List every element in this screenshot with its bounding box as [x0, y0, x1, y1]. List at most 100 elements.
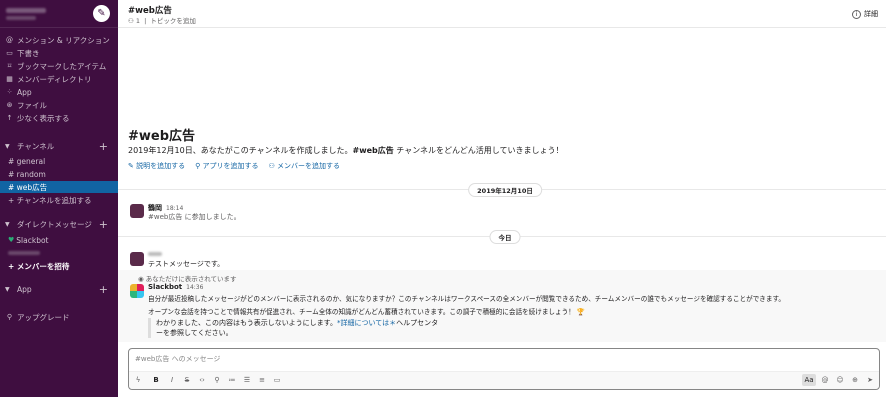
- nav-files[interactable]: ⊛ ファイル: [0, 99, 118, 111]
- emoji-icon[interactable]: ☺: [835, 376, 845, 384]
- blockquote-icon[interactable]: ≡: [257, 376, 267, 384]
- channel-label: # random: [8, 169, 46, 179]
- message-text: #web広告 に参加しました。: [148, 213, 241, 221]
- strikethrough-icon[interactable]: S: [182, 376, 192, 384]
- sidebar: ✎ @ メンション & リアクション ▭ 下書き ⌑ ブックマークしたアイテム …: [0, 0, 118, 397]
- nav-member-directory[interactable]: ▦ メンバーディレクトリ: [0, 73, 118, 85]
- add-app-icon[interactable]: +: [99, 283, 108, 296]
- nav-drafts[interactable]: ▭ 下書き: [0, 47, 118, 59]
- caret-down-icon: ▼: [5, 142, 10, 150]
- avatar[interactable]: [130, 252, 144, 266]
- dm-slackbot[interactable]: ♥ Slackbot: [0, 234, 118, 246]
- lightning-icon[interactable]: ϟ: [133, 376, 143, 384]
- arrow-up-icon: ↑: [6, 114, 13, 122]
- compose-icon[interactable]: ✎: [93, 5, 110, 22]
- channel-random[interactable]: # random: [0, 168, 118, 180]
- message-author[interactable]: [148, 250, 162, 258]
- person-plus-icon: ⚇: [268, 162, 275, 170]
- trophy-icon: 🏆: [576, 308, 586, 316]
- ephemeral-note: ◉ あなただけに表示されています: [138, 273, 237, 283]
- nav-label: 少なく表示する: [17, 113, 70, 123]
- intro-text: 2019年12月10日、あなたがこのチャンネルを作成しました。#web広告 チャ…: [128, 145, 564, 156]
- ordered-list-icon[interactable]: ≔: [227, 376, 237, 384]
- bot-message-line: オープンな会話を持つことで情報共有が促進され、チーム全体の知識がどんどん蓄積され…: [148, 306, 585, 316]
- channels-section-header[interactable]: ▼ チャンネル +: [0, 140, 118, 153]
- star-icon[interactable]: ☆: [165, 4, 172, 13]
- nav-label: 下書き: [17, 48, 40, 58]
- upgrade-link[interactable]: ⚲ アップグレード: [0, 311, 118, 323]
- date-divider-pill[interactable]: 2019年12月10日: [468, 183, 542, 197]
- add-topic-link[interactable]: トピックを追加: [150, 17, 196, 25]
- message-input[interactable]: #web広告 へのメッセージ: [135, 354, 220, 364]
- link-label: アプリを追加する: [202, 162, 259, 170]
- mention-icon[interactable]: @: [820, 376, 830, 384]
- nav-bookmarks[interactable]: ⌑ ブックマークしたアイテム: [0, 60, 118, 72]
- code-icon[interactable]: ‹›: [197, 376, 207, 384]
- details-button[interactable]: i 詳細: [852, 9, 878, 19]
- formatting-toggle[interactable]: Aa: [802, 374, 816, 386]
- composer-toolbar: ϟ B I S ‹› ⚲ ≔ ☰ ≡ ▭ Aa @ ☺ ⊕ ➤: [129, 371, 879, 389]
- attach-icon[interactable]: ⊕: [850, 376, 860, 384]
- avatar[interactable]: [130, 204, 144, 218]
- nav-label: ブックマークしたアイテム: [17, 61, 107, 71]
- app-section-header[interactable]: ▼ App +: [0, 283, 118, 296]
- nav-apps[interactable]: ⁘ App: [0, 86, 118, 98]
- dm-section-header[interactable]: ▼ ダイレクトメッセージ +: [0, 218, 118, 231]
- member-icon[interactable]: ⚇: [128, 17, 134, 25]
- channel-subheader: ⚇ 1 | トピックを追加: [128, 15, 196, 25]
- invite-members-link[interactable]: + メンバーを招待: [0, 260, 118, 272]
- link-icon[interactable]: ⚲: [212, 376, 222, 384]
- nav-show-less[interactable]: ↑ 少なく表示する: [0, 112, 118, 124]
- slackbot-avatar[interactable]: [130, 284, 144, 298]
- link-icon: ⚲: [195, 162, 201, 170]
- workspace-header[interactable]: ✎: [0, 0, 118, 28]
- nav-label: メンション & リアクション: [17, 35, 110, 45]
- dm-label: + メンバーを招待: [8, 261, 70, 271]
- add-app-link[interactable]: ⚲ アプリを追加する: [195, 161, 258, 171]
- dm-label: Slackbot: [16, 235, 49, 245]
- rocket-icon: ⚲: [6, 313, 13, 321]
- bulleted-list-icon[interactable]: ☰: [242, 376, 252, 384]
- add-member-link[interactable]: ⚇ メンバーを追加する: [268, 161, 340, 171]
- member-count[interactable]: 1: [136, 17, 140, 25]
- dm-self[interactable]: [0, 247, 118, 259]
- files-icon: ⊛: [6, 101, 13, 109]
- send-icon[interactable]: ➤: [865, 376, 875, 384]
- add-channel-icon[interactable]: +: [99, 140, 108, 153]
- quote-text: ヘルプセンタ: [396, 319, 439, 327]
- code-block-icon[interactable]: ▭: [272, 376, 282, 384]
- message-author[interactable]: Slackbot 14:36: [148, 283, 203, 291]
- user-name: [6, 16, 36, 20]
- author-name-blurred: [148, 252, 162, 256]
- message-composer[interactable]: #web広告 へのメッセージ ϟ B I S ‹› ⚲ ≔ ☰ ≡ ▭ Aa @…: [128, 348, 880, 390]
- section-title: App: [17, 284, 32, 294]
- add-description-link[interactable]: ✎ 説明を追加する: [128, 161, 185, 171]
- add-channel-link[interactable]: + チャンネルを追加する: [0, 194, 118, 206]
- date-divider-pill[interactable]: 今日: [489, 230, 521, 244]
- italic-icon[interactable]: I: [167, 376, 177, 384]
- channel-header: #web広告 ☆ ⚇ 1 | トピックを追加 i 詳細: [118, 0, 886, 28]
- message-text: テストメッセージです。: [148, 260, 225, 268]
- help-link[interactable]: *詳細については＊: [337, 319, 396, 327]
- bold-icon[interactable]: B: [151, 376, 161, 384]
- nav-label: メンバーディレクトリ: [17, 74, 92, 84]
- channel-label: + チャンネルを追加する: [8, 195, 92, 205]
- author-name: Slackbot: [148, 283, 183, 291]
- directory-icon: ▦: [6, 75, 13, 83]
- separator: |: [144, 17, 147, 25]
- message-time[interactable]: 14:36: [186, 284, 203, 291]
- section-title: ダイレクトメッセージ: [17, 219, 92, 229]
- channel-general[interactable]: # general: [0, 155, 118, 167]
- add-dm-icon[interactable]: +: [99, 218, 108, 231]
- intro-text-part: チャンネルをどんどん活用していきましょう！: [393, 146, 564, 155]
- apps-icon: ⁘: [6, 88, 13, 96]
- message-time[interactable]: 18:14: [166, 205, 183, 212]
- at-icon: @: [6, 36, 13, 44]
- bot-message-line: 自分が最近投稿したメッセージがどのメンバーに表示されるのか、気になりますか？この…: [148, 295, 786, 303]
- bot-text: オープンな会話を持つことで情報共有が促進され、チーム全体の知識がどんどん蓄積され…: [148, 308, 575, 316]
- quote-text: ーを参照してください。: [156, 329, 233, 337]
- bot-quote: わかりました、この内容はもう表示しないようにします。*詳細については＊ヘルプセン…: [148, 318, 438, 338]
- channel-web-ad[interactable]: # web広告: [0, 181, 118, 193]
- intro-text-part: 2019年12月10日、あなたがこのチャンネルを作成しました。: [128, 146, 353, 155]
- nav-mentions[interactable]: @ メンション & リアクション: [0, 34, 118, 46]
